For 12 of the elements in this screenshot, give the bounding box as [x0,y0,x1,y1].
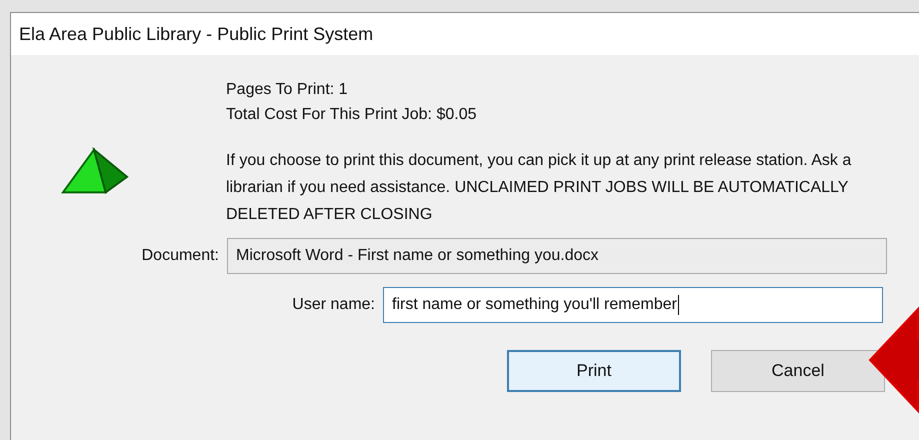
document-label: Document: [140,247,220,265]
user-name-field[interactable]: first name or something you'll remember [383,287,883,323]
document-field: Microsoft Word - First name or something you.docx [227,238,887,274]
message-text: If you choose to print this document, you can pick it up at any print release station. Ask a librarian if you need assistance. UNCLAIMED PRINT JOBS WILL BE AUTOMATICALLY DELETED AFTER CLOSING [226,151,852,225]
summary-text: Total Cost For This Print Job: $0.05 [226,105,478,125]
user-name-label: User name: [291,296,376,314]
window-title: Ela Area Public Library - Public Print System [19,24,374,44]
cancel-button[interactable]: Cancel [711,350,885,392]
summary-text: Pages To Print: 1 [226,80,349,100]
print-button[interactable]: Print [507,350,681,392]
arrow-icon [868,305,919,415]
pyramid-icon [60,147,128,197]
